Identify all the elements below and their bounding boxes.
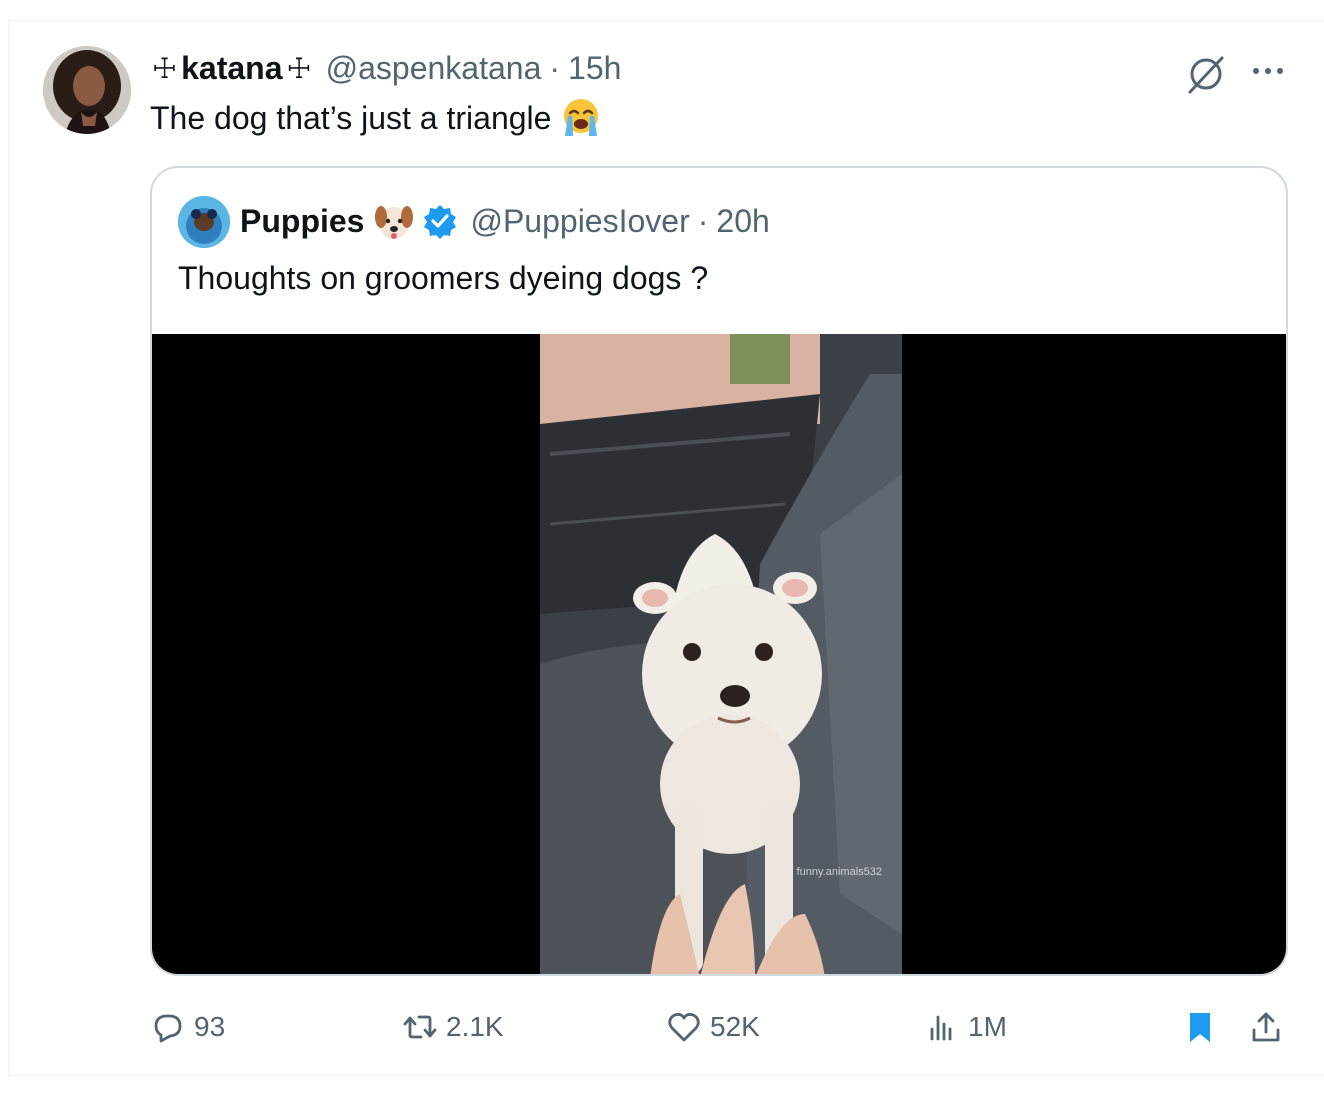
grok-icon[interactable] — [1184, 52, 1228, 96]
separator-dot: · — [697, 202, 709, 239]
heart-icon — [668, 1013, 700, 1042]
video-frame[interactable]: funny.animals532 — [540, 334, 902, 974]
tweet-timestamp[interactable]: 15h — [568, 50, 621, 87]
reply-icon — [154, 1014, 182, 1043]
repost-icon — [403, 1015, 437, 1039]
author-name-decoration: ☩ — [286, 52, 312, 84]
video-watermark: funny.animals532 — [796, 866, 882, 878]
quoted-author-avatar[interactable] — [178, 196, 230, 248]
views-chart-icon — [930, 1015, 952, 1041]
verified-badge-icon — [424, 205, 457, 239]
left-divider — [8, 20, 9, 1076]
bookmark-button[interactable] — [1182, 1004, 1226, 1050]
quoted-tweet[interactable]: Puppies @PuppiesIover · 20h Thoughts on … — [150, 166, 1288, 976]
author-name-decoration: ☩ — [152, 52, 178, 84]
quoted-tweet-header: Puppies @PuppiesIover · 20h — [240, 198, 770, 244]
author-name[interactable]: katana — [181, 50, 282, 87]
quoted-tweet-text: Thoughts on groomers dyeing dogs ? — [178, 260, 709, 296]
separator-dot: · — [549, 49, 561, 86]
quoted-author-handle[interactable]: @PuppiesIover — [470, 203, 689, 240]
share-icon — [1252, 1012, 1280, 1042]
views-button[interactable]: 1M — [924, 1004, 1007, 1050]
tweet-body: The dog that’s just a triangle — [150, 96, 603, 140]
reply-count: 93 — [194, 1011, 226, 1042]
views-count: 1M — [968, 1011, 1007, 1042]
dog-face-emoji-icon — [375, 206, 414, 239]
repost-count: 2.1K — [446, 1011, 504, 1042]
loudly-crying-face-emoji-icon — [564, 99, 599, 136]
like-count: 52K — [710, 1011, 760, 1042]
action-bar: 93 2.1K 52K 1M — [150, 1004, 1290, 1050]
top-divider — [8, 20, 1324, 21]
reply-button[interactable]: 93 — [150, 1004, 225, 1050]
author-handle[interactable]: @aspenkatana — [326, 50, 542, 87]
quoted-tweet-timestamp[interactable]: 20h — [716, 203, 769, 240]
bottom-divider — [8, 1075, 1324, 1076]
quoted-author-name[interactable]: Puppies — [240, 203, 364, 240]
video-player[interactable]: funny.animals532 — [152, 334, 1286, 974]
more-icon[interactable] — [1248, 56, 1288, 86]
tweet-text: The dog that’s just a triangle — [150, 99, 552, 136]
bookmark-icon — [1190, 1013, 1210, 1042]
like-button[interactable]: 52K — [666, 1004, 760, 1050]
tweet-header: ☩ katana ☩ @aspenkatana · 15h — [148, 48, 621, 88]
author-avatar[interactable] — [43, 46, 131, 134]
share-button[interactable] — [1248, 1004, 1292, 1050]
dog-in-car-image — [540, 334, 902, 974]
repost-button[interactable]: 2.1K — [402, 1004, 504, 1050]
